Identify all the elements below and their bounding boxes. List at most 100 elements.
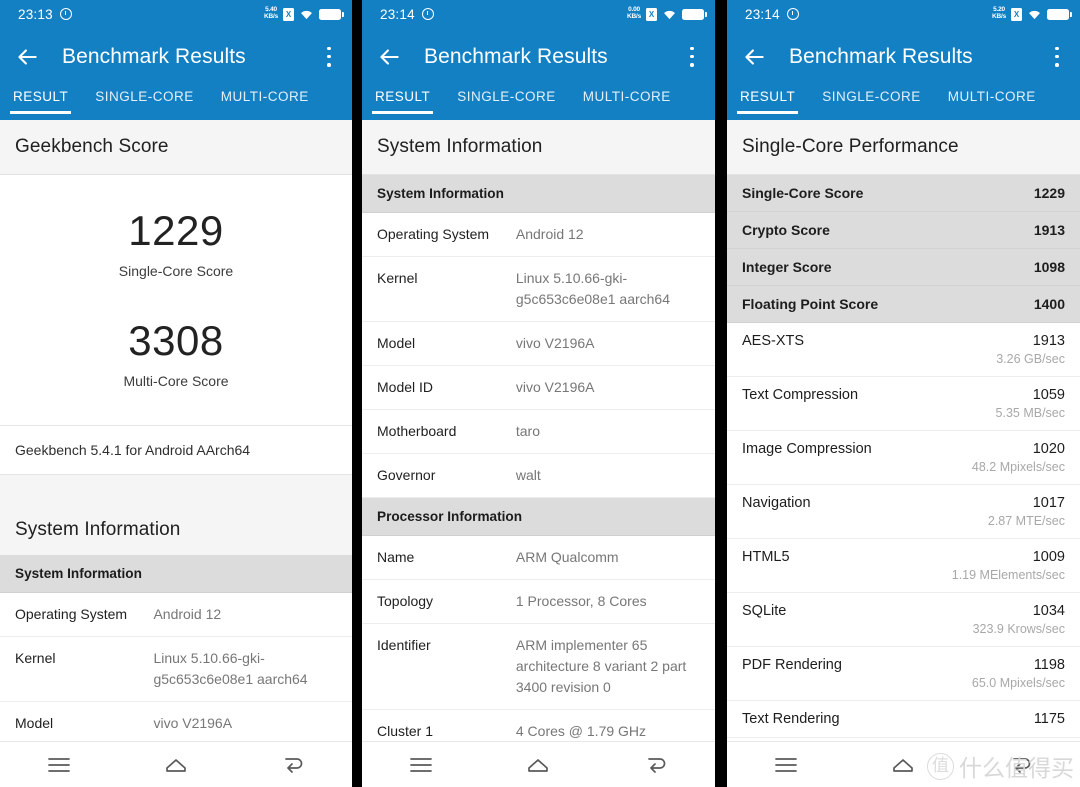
alarm-icon [421,8,434,20]
geekbench-score-header: Geekbench Score [0,120,352,175]
tab-result[interactable]: RESULT [9,85,72,114]
row-value: ARM Qualcomm [515,549,619,565]
score-name: Single-Core Score [742,185,864,201]
tab-multi-core[interactable]: MULTI-CORE [221,85,309,104]
tab-multi-core[interactable]: MULTI-CORE [583,85,671,104]
panel-gutter-1 [352,0,362,787]
nav-back-button[interactable] [264,748,322,782]
benchmark-score: 1020 [1032,441,1065,457]
nav-back-button[interactable] [992,748,1050,782]
row-value: ARM implementer 65 architecture 8 varian… [515,637,687,695]
benchmark-score: 1034 [1032,603,1065,619]
summary-score-row: Floating Point Score 1400 [727,286,1080,323]
benchmark-score: 1009 [1032,549,1065,565]
row-key: Operating System [15,606,128,623]
benchmark-rate: 5.35 MB/sec [995,406,1065,420]
wifi-icon [1029,10,1040,20]
back-arrow-icon[interactable] [376,44,402,70]
multi-core-score-label: Multi-Core Score [123,373,229,390]
nav-home-button[interactable] [509,748,567,782]
overflow-menu-icon[interactable] [320,46,338,68]
status-bar: 23:14 0.00 KB/s X [362,0,715,28]
table-row: Governor walt [362,454,715,498]
benchmark-row: PDF Rendering 1198 65.0 Mpixels/sec [727,647,1080,701]
row-value: taro [515,423,540,439]
table-row: Model vivo V2196A [362,322,715,366]
score-value: 1229 [1033,185,1065,201]
battery-icon [1047,8,1072,20]
tab-single-core[interactable]: SINGLE-CORE [822,85,921,104]
phone-panel-3: 23:14 5.20 KB/s X Benchmark Results RESU… [727,0,1080,787]
status-time: 23:14 [380,6,415,22]
benchmark-row: Image Compression 1020 48.2 Mpixels/sec [727,431,1080,485]
tab-result[interactable]: RESULT [736,85,799,114]
network-speed-indicator: 5.20 KB/s [991,6,1006,20]
row-value: 4 Cores @ 1.79 GHz [515,723,647,739]
back-arrow-icon[interactable] [14,44,40,70]
row-value: vivo V2196A [515,335,595,351]
nav-menu-button[interactable] [392,748,450,782]
benchmark-name: SQLite [742,603,787,619]
battery-icon [682,8,707,20]
row-key: Operating System [377,226,490,242]
benchmark-score: 1913 [1032,333,1065,349]
benchmark-row: HTML5 1009 1.19 MElements/sec [727,539,1080,593]
table-row: Operating System Android 12 [0,593,352,638]
score-value: 1913 [1033,222,1065,238]
status-icons: 5.20 KB/s X [991,6,1072,21]
benchmark-rate: 1.19 MElements/sec [951,568,1065,582]
benchmark-score: 1059 [1032,387,1065,403]
benchmark-rate: 65.0 Mpixels/sec [971,676,1065,690]
tab-multi-core[interactable]: MULTI-CORE [948,85,1036,104]
system-nav-bar [362,741,715,787]
row-key: Model [15,715,54,732]
overflow-menu-icon[interactable] [683,46,701,68]
row-key: Model [377,335,416,351]
score-value: 1400 [1033,296,1065,312]
nav-menu-button[interactable] [757,748,815,782]
back-arrow-icon[interactable] [741,44,767,70]
panel-2-content: System Information System Information Op… [362,120,715,741]
row-value: 1 Processor, 8 Cores [515,593,647,609]
tab-result[interactable]: RESULT [371,85,434,114]
system-nav-bar [0,741,352,787]
summary-score-row: Crypto Score 1913 [727,212,1080,249]
table-row: Topology 1 Processor, 8 Cores [362,580,715,624]
tab-single-core[interactable]: SINGLE-CORE [457,85,556,104]
section-title: System Information [377,136,543,157]
table-row: Model ID vivo V2196A [362,366,715,410]
table-row: Model vivo V2196A [0,702,352,741]
single-core-score-label: Single-Core Score [118,263,234,280]
section-title: Geekbench Score [15,136,169,157]
row-value: walt [515,467,541,483]
nav-menu-button[interactable] [30,748,88,782]
score-value: 1098 [1033,259,1065,275]
network-speed-indicator: 5.40 KB/s [263,6,278,20]
summary-score-row: Integer Score 1098 [727,249,1080,286]
sim-icon: X [646,7,657,21]
status-bar: 23:14 5.20 KB/s X [727,0,1080,28]
panel-3-content: Single-Core Performance Single-Core Scor… [727,120,1080,741]
system-information-header: System Information [362,120,715,175]
tab-bar: RESULT SINGLE-CORE MULTI-CORE [362,85,715,120]
table-row: Motherboard taro [362,410,715,454]
tab-single-core[interactable]: SINGLE-CORE [95,85,194,104]
table-group-header: System Information [362,175,715,213]
alarm-icon [59,8,72,20]
nav-back-button[interactable] [627,748,685,782]
benchmark-name: Text Rendering [742,711,840,727]
benchmark-rate: 323.9 Krows/sec [972,622,1065,636]
score-name: Integer Score [742,259,832,275]
table-row: Kernel Linux 5.10.66-gki-g5c653c6e08e1 a… [0,637,352,703]
nav-home-button[interactable] [147,748,205,782]
benchmark-score: 1175 [1033,711,1065,727]
phone-panel-1: 23:13 5.40 KB/s X Benchmark Results RESU… [0,0,352,787]
wifi-icon [301,10,312,20]
benchmark-name: Text Compression [742,387,859,403]
panel-gutter-2 [715,0,727,787]
single-core-performance-header: Single-Core Performance [727,120,1080,175]
multi-core-score-value: 3308 [128,317,224,365]
nav-home-button[interactable] [874,748,932,782]
overflow-menu-icon[interactable] [1048,46,1066,68]
sim-icon: X [283,7,294,21]
